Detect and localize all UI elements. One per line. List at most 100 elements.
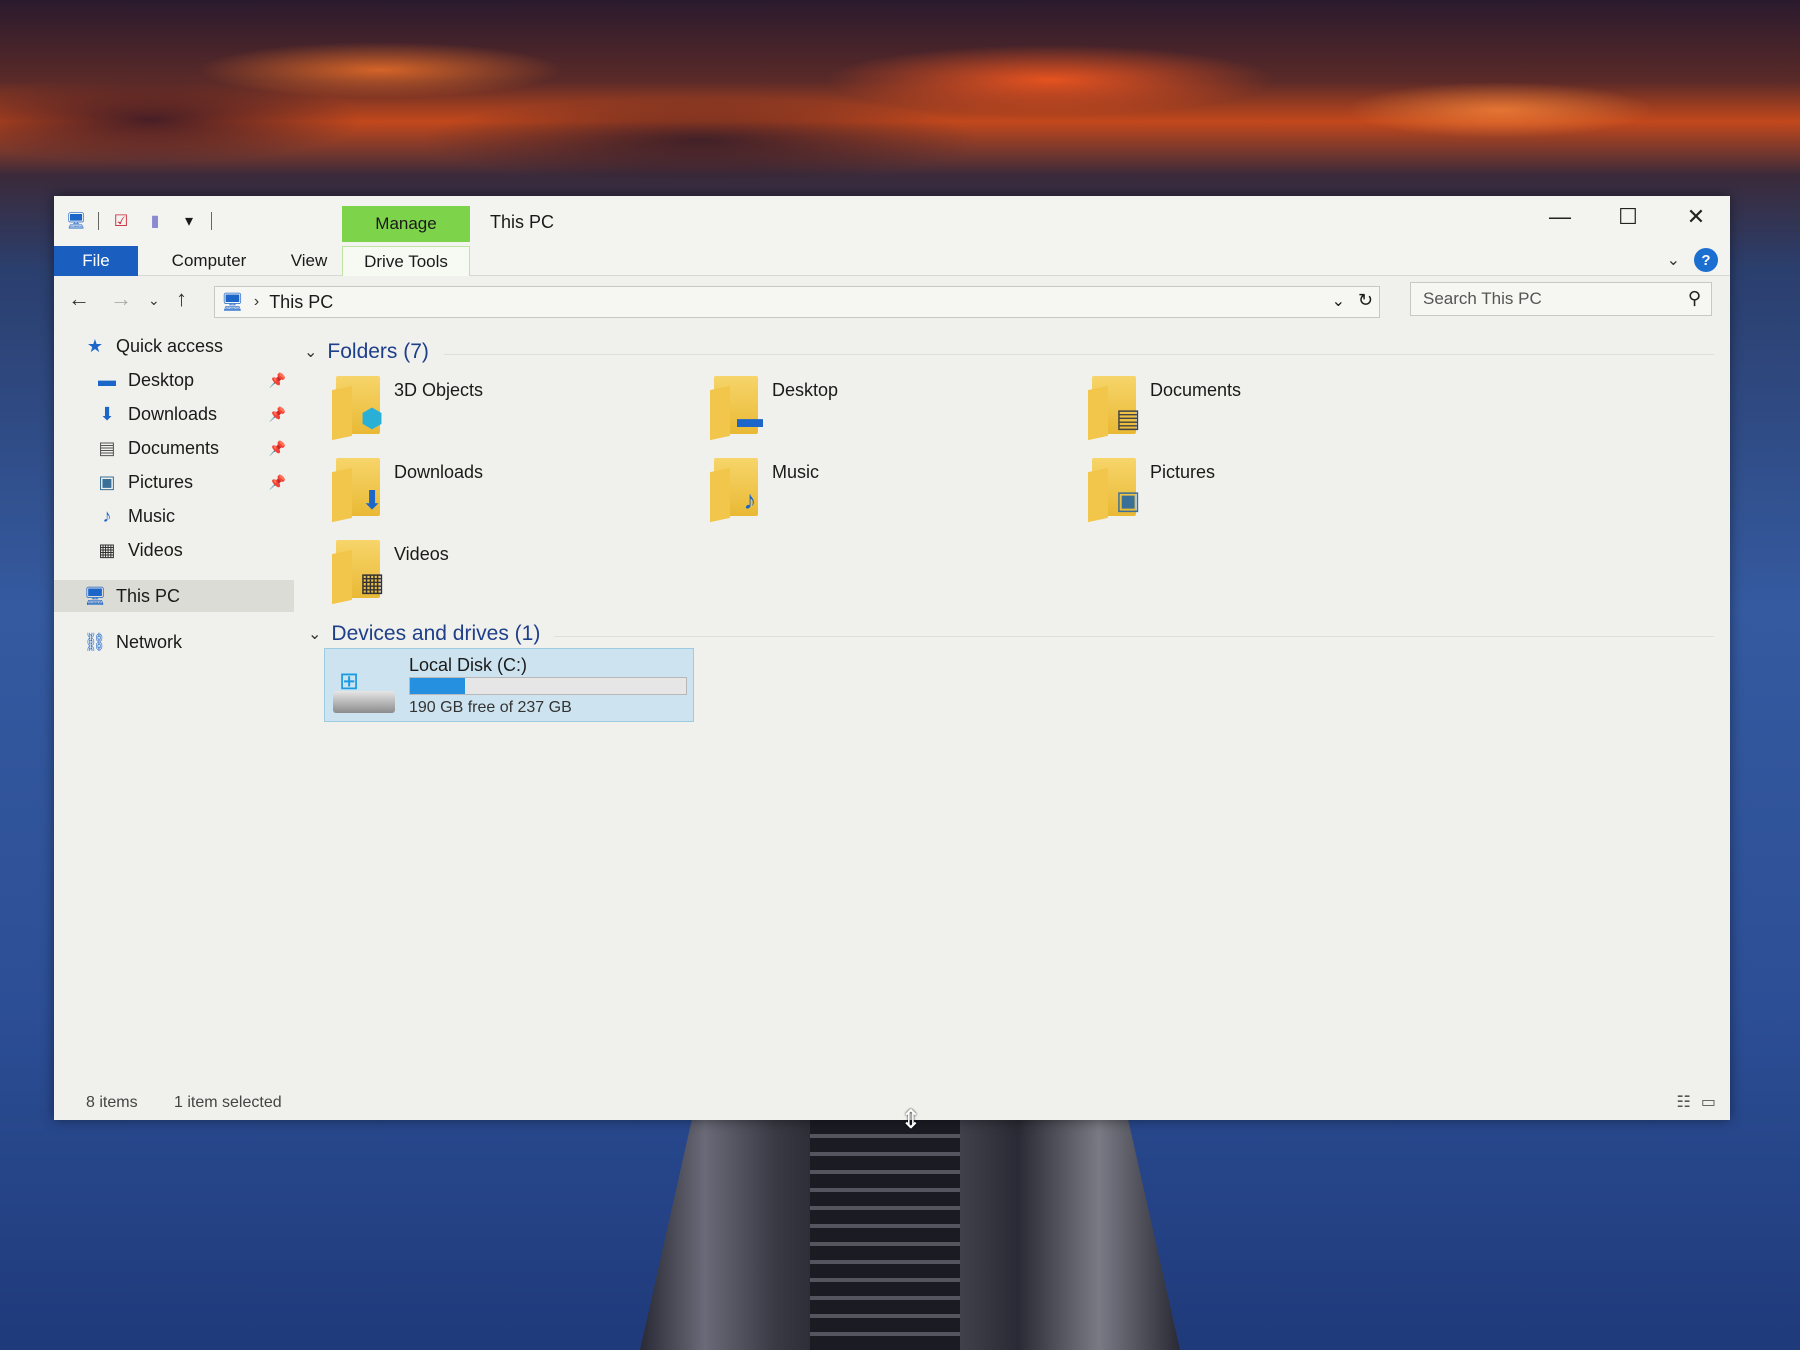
ribbon-right-controls: ⌄ ?	[1667, 248, 1718, 272]
folder-name: Documents	[1150, 380, 1242, 400]
navigation-pane: ★ Quick access ▬ Desktop 📌 ⬇ Downloads 📌…	[54, 330, 294, 1050]
folder-name: 3D Objects	[394, 380, 484, 400]
tab-file[interactable]: File	[54, 246, 138, 276]
folder-item-pictures[interactable]: ▣ Pictures	[1088, 454, 1418, 530]
pin-icon[interactable]: 📌	[269, 474, 286, 491]
folder-name: Downloads	[394, 462, 484, 482]
desktop-icon: ▬	[737, 402, 763, 433]
resize-cursor-icon: ⇕	[900, 1104, 922, 1134]
document-icon: ▤	[1115, 402, 1141, 433]
download-arrow-icon: ⬇	[99, 403, 115, 424]
collapse-chevron-icon[interactable]: ⌄	[304, 342, 317, 362]
customize-dropdown-icon[interactable]: ▾	[177, 210, 201, 232]
document-icon: ▤	[98, 437, 116, 458]
refresh-icon[interactable]: ↻	[1358, 290, 1373, 311]
group-divider	[444, 354, 1714, 355]
folder-name: Desktop	[772, 380, 839, 400]
status-selection: 1 item selected	[174, 1094, 282, 1111]
pin-icon[interactable]: 📌	[269, 440, 286, 457]
search-icon[interactable]: ⚲	[1688, 288, 1701, 309]
search-input-placeholder[interactable]: Search This PC	[1423, 289, 1542, 309]
breadcrumb-this-pc[interactable]: This PC	[269, 292, 333, 313]
folder-icon: ▤	[1088, 372, 1142, 441]
sidebar-item-label: Documents	[128, 437, 220, 458]
large-icons-view-icon[interactable]: ▭	[1701, 1092, 1716, 1112]
picture-icon: ▣	[98, 471, 116, 492]
folder-item-downloads[interactable]: ⬇ Downloads	[332, 454, 662, 530]
recent-locations-chevron-icon[interactable]: ⌄	[148, 292, 160, 309]
forward-arrow-icon[interactable]: →	[110, 286, 132, 312]
computer-icon[interactable]: 🖥	[64, 210, 88, 232]
close-button[interactable]: ✕	[1662, 196, 1730, 238]
sidebar-item-downloads[interactable]: ⬇ Downloads 📌	[54, 398, 294, 430]
drive-free-space: 190 GB free of 237 GB	[409, 699, 572, 716]
tab-drive-tools[interactable]: Drive Tools	[342, 246, 470, 276]
folder-icon: ▬	[710, 372, 764, 441]
group-header-devices[interactable]: ⌄ Devices and drives (1)	[308, 622, 540, 646]
folder-name: Pictures	[1150, 462, 1216, 482]
help-icon[interactable]: ?	[1694, 248, 1718, 272]
drive-item-local-disk-c[interactable]: ⊞ Local Disk (C:) 190 GB free of 237 GB	[324, 648, 694, 722]
folder-item-music[interactable]: ♪ Music	[710, 454, 1040, 530]
sidebar-item-pictures[interactable]: ▣ Pictures 📌	[54, 466, 294, 498]
sidebar-item-network[interactable]: ⛓ Network	[54, 626, 294, 658]
sidebar-item-label: Music	[128, 505, 176, 526]
sidebar-item-desktop[interactable]: ▬ Desktop 📌	[54, 364, 294, 396]
maximize-button[interactable]: ☐	[1594, 196, 1662, 238]
film-icon: ▦	[359, 566, 385, 597]
tab-view[interactable]: View	[274, 246, 344, 276]
sidebar-item-label: Pictures	[128, 471, 194, 492]
address-dropdown-icon[interactable]: ⌄	[1332, 291, 1345, 311]
sidebar-item-quick-access[interactable]: ★ Quick access	[54, 330, 294, 362]
details-view-icon[interactable]: ☷	[1677, 1092, 1691, 1112]
back-arrow-icon[interactable]: ←	[68, 286, 90, 312]
sidebar-item-videos[interactable]: ▦ Videos	[54, 534, 294, 566]
collapse-chevron-icon[interactable]: ⌄	[308, 624, 321, 644]
music-note-icon: ♪	[102, 505, 112, 526]
minimize-button[interactable]: —	[1526, 196, 1594, 238]
sidebar-item-documents[interactable]: ▤ Documents 📌	[54, 432, 294, 464]
hard-drive-icon: ⊞	[333, 667, 397, 717]
folder-item-desktop[interactable]: ▬ Desktop	[710, 372, 1040, 448]
folder-item-videos[interactable]: ▦ Videos	[332, 536, 662, 612]
status-bar: 8 items 1 item selected ☷ ▭	[54, 1090, 1730, 1116]
file-explorer-window: 🖥 ☑ ▮ ▾ Manage This PC — ☐ ✕ File Comput…	[54, 196, 1730, 1120]
address-bar[interactable]: 🖥 › This PC ⌄ ↻	[214, 286, 1380, 318]
pin-icon[interactable]: 📌	[269, 406, 286, 423]
computer-icon: 🖥	[83, 585, 107, 606]
folder-name: Music	[772, 462, 820, 482]
folder-item-3d-objects[interactable]: ⬢ 3D Objects	[332, 372, 662, 448]
picture-icon: ▣	[1115, 484, 1141, 515]
folder-icon: ⬢	[332, 372, 386, 441]
sidebar-item-music[interactable]: ♪ Music	[54, 500, 294, 532]
film-icon: ▦	[98, 539, 116, 560]
up-arrow-icon[interactable]: ↑	[176, 286, 187, 312]
manage-context-tab[interactable]: Manage	[342, 206, 470, 242]
title-bar: 🖥 ☑ ▮ ▾ Manage This PC — ☐ ✕	[54, 196, 1730, 246]
breadcrumb-chevron-icon[interactable]: ›	[254, 293, 259, 311]
network-icon: ⛓	[83, 631, 107, 652]
content-pane: ⌄ Folders (7) ⬢ 3D Objects ▬ Desktop ▤ D…	[304, 330, 1724, 1070]
folder-icon: ♪	[710, 454, 764, 523]
wallpaper-stairs	[810, 1120, 960, 1350]
window-title: This PC	[490, 212, 555, 232]
quick-access-toolbar: 🖥 ☑ ▮ ▾	[64, 210, 212, 232]
sidebar-item-label: Videos	[128, 539, 183, 560]
sidebar-item-this-pc[interactable]: 🖥 This PC	[54, 580, 294, 612]
properties-icon[interactable]: ☑	[109, 210, 133, 232]
folder-item-documents[interactable]: ▤ Documents	[1088, 372, 1418, 448]
download-arrow-icon: ⬇	[361, 484, 383, 515]
star-icon: ★	[86, 335, 104, 356]
new-folder-icon[interactable]: ▮	[143, 210, 167, 232]
sidebar-item-label: Quick access	[116, 335, 224, 356]
tab-computer[interactable]: Computer	[154, 246, 264, 276]
pin-icon[interactable]: 📌	[269, 372, 286, 389]
ribbon-tabs: File Computer View Drive Tools ⌄ ?	[54, 246, 1730, 276]
expand-ribbon-icon[interactable]: ⌄	[1667, 250, 1680, 270]
group-header-folders[interactable]: ⌄ Folders (7)	[304, 340, 429, 364]
search-box[interactable]: Search This PC ⚲	[1410, 282, 1712, 316]
qat-separator	[211, 212, 212, 230]
drive-usage-bar	[409, 677, 687, 695]
window-controls: — ☐ ✕	[1526, 196, 1730, 238]
folder-icon: ▦	[332, 536, 386, 605]
